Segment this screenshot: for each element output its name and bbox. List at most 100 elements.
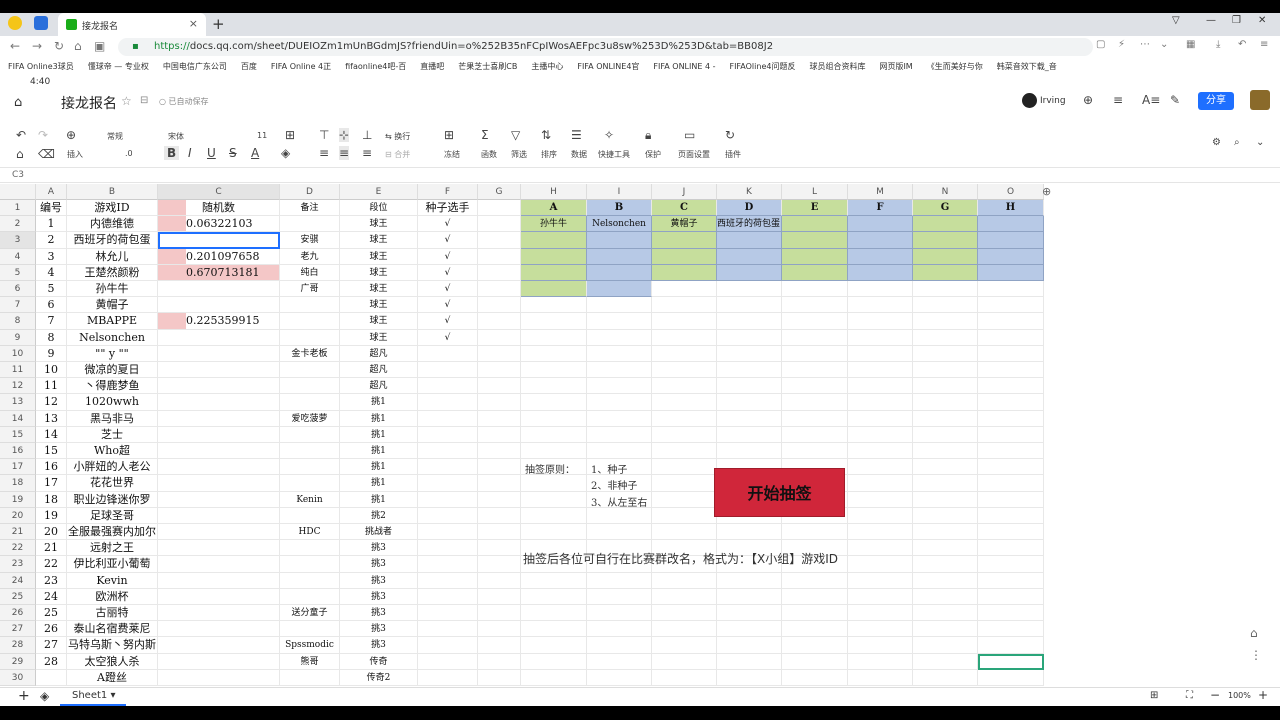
cell[interactable] (848, 491, 913, 508)
group-header[interactable]: G (913, 200, 978, 217)
column-header[interactable]: J (652, 184, 717, 200)
cell[interactable]: 挑3 (340, 637, 418, 654)
cell[interactable] (717, 281, 782, 298)
share-button[interactable]: 分享 (1198, 92, 1234, 110)
cell[interactable] (280, 394, 340, 411)
cell[interactable] (478, 653, 521, 670)
cell[interactable] (913, 556, 978, 573)
grid-icon[interactable]: ▦ (1186, 39, 1195, 50)
cell[interactable] (587, 524, 652, 541)
cell[interactable] (280, 313, 340, 330)
cell[interactable] (521, 362, 587, 379)
plugin-label[interactable]: 插件 (725, 149, 741, 160)
cell[interactable] (478, 443, 521, 460)
column-header[interactable]: A (36, 184, 67, 200)
cell[interactable]: Kevin (67, 572, 158, 589)
cell[interactable] (418, 524, 478, 541)
cell[interactable]: 林允儿 (67, 248, 158, 265)
cell[interactable]: 球王 (340, 216, 418, 233)
bookmark-item[interactable]: 直播吧 (420, 62, 444, 71)
cell[interactable] (158, 653, 280, 670)
bookmark-item[interactable]: 韩菜音效下载_音 (997, 62, 1057, 71)
cell[interactable] (978, 475, 1044, 492)
page-setup-icon[interactable]: ▭ (684, 128, 695, 142)
cell[interactable] (478, 588, 521, 605)
bookmark-item[interactable]: 《生而美好与你 (927, 62, 983, 71)
cell[interactable] (652, 362, 717, 379)
cell[interactable]: 黑马非马 (67, 410, 158, 427)
cell[interactable]: 内德维德 (67, 216, 158, 233)
move-icon[interactable]: ⊟ (140, 95, 148, 106)
cell[interactable] (848, 362, 913, 379)
cell[interactable] (158, 605, 280, 622)
cell[interactable] (652, 426, 717, 443)
align-bottom-icon[interactable]: ⊥ (362, 128, 372, 142)
user-avatar[interactable] (1022, 93, 1037, 108)
column-header[interactable]: I (587, 184, 652, 200)
cell[interactable] (978, 394, 1044, 411)
cell[interactable] (978, 524, 1044, 541)
cell[interactable] (418, 362, 478, 379)
cell[interactable] (280, 297, 340, 314)
function-icon[interactable]: Σ (481, 128, 489, 142)
cell[interactable] (978, 378, 1044, 395)
wrap-button[interactable]: ⇆ 换行 (385, 131, 410, 142)
cell[interactable]: 太空狼人杀 (67, 653, 158, 670)
row-header[interactable]: 14 (0, 410, 36, 427)
cell[interactable] (418, 588, 478, 605)
cell[interactable]: 球王 (340, 264, 418, 281)
spreadsheet-grid[interactable]: A B C D E F G H I J K L M N O 1 编号 游戏ID 随机数 备注 段位 种子选手 A B C D E F G… (0, 184, 1280, 686)
cell[interactable] (848, 669, 913, 686)
cell[interactable] (782, 378, 848, 395)
cell[interactable] (280, 459, 340, 476)
cell[interactable]: 熊哥 (280, 653, 340, 670)
cell[interactable] (478, 362, 521, 379)
cell[interactable]: 18 (36, 491, 67, 508)
sheets-list-icon[interactable]: ◈ (40, 689, 49, 703)
cell[interactable]: 送分童子 (280, 605, 340, 622)
cell[interactable]: 3 (36, 248, 67, 265)
cell[interactable] (782, 621, 848, 638)
number-format-select[interactable]: 常规 (107, 131, 123, 142)
cell[interactable] (978, 297, 1044, 314)
cell[interactable] (978, 588, 1044, 605)
cell[interactable]: "" y "" (67, 345, 158, 362)
clear-format-icon[interactable]: ⌫ (38, 147, 55, 161)
bolt-icon[interactable]: ⚡ (1118, 39, 1125, 50)
cell[interactable] (478, 475, 521, 492)
row-header[interactable]: 5 (0, 264, 36, 281)
cell[interactable]: Who超 (67, 443, 158, 460)
cell[interactable]: 0.06322103 (158, 216, 280, 233)
url-input[interactable]: ▪ https://docs.qq.com/sheet/DUEIOZm1mUnB… (118, 38, 1093, 56)
group-header[interactable]: F (848, 200, 913, 217)
add-sheet-icon[interactable]: + (18, 688, 30, 704)
extension-icon[interactable]: ▣ (94, 39, 105, 53)
cell[interactable] (521, 475, 587, 492)
cell[interactable]: Nelsonchen (67, 329, 158, 346)
cell[interactable]: 芝士 (67, 426, 158, 443)
cell[interactable]: 老九 (280, 248, 340, 265)
cell[interactable] (587, 572, 652, 589)
bookmark-item[interactable]: 芒果芝士喜刷CB (458, 62, 517, 71)
cell[interactable] (478, 297, 521, 314)
cell[interactable] (978, 313, 1044, 330)
group-slot[interactable]: Nelsonchen (587, 216, 652, 233)
zoom-level[interactable]: 100% (1228, 691, 1251, 700)
cell[interactable]: √ (418, 281, 478, 298)
formula-bar[interactable]: C3 (0, 167, 1280, 183)
cell[interactable] (158, 621, 280, 638)
cell[interactable]: 丶得鹿梦鱼 (67, 378, 158, 395)
cell[interactable] (587, 394, 652, 411)
cell[interactable]: 球王 (340, 281, 418, 298)
cell[interactable] (521, 524, 587, 541)
cell[interactable]: 挑1 (340, 459, 418, 476)
cell[interactable] (848, 588, 913, 605)
column-header[interactable]: D (280, 184, 340, 200)
cell[interactable] (418, 507, 478, 524)
cell[interactable] (478, 345, 521, 362)
cell[interactable] (652, 313, 717, 330)
cell[interactable] (652, 605, 717, 622)
cell[interactable] (418, 475, 478, 492)
cell[interactable] (587, 232, 652, 249)
cell[interactable] (418, 394, 478, 411)
